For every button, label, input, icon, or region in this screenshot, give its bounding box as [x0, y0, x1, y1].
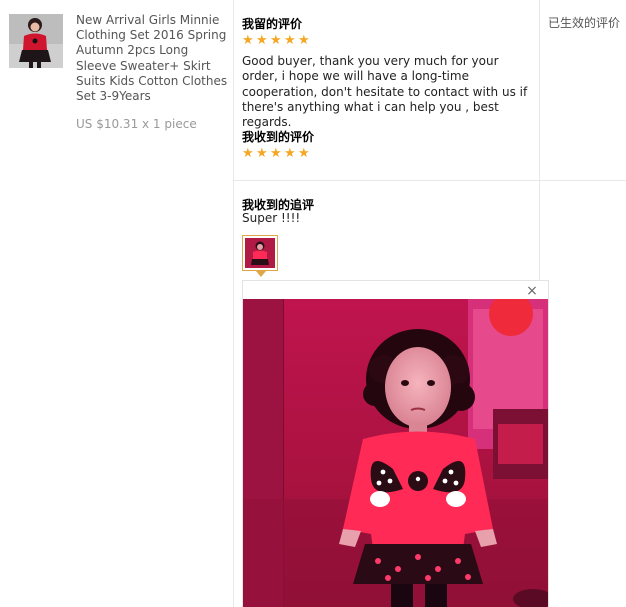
followup-photo-preview[interactable]	[243, 299, 548, 607]
star-icon: ★	[256, 146, 268, 161]
star-icon: ★	[242, 33, 254, 48]
row-divider	[233, 180, 626, 181]
followup-photo-thumbnail[interactable]	[242, 235, 278, 271]
thumbnail-pointer-caret	[256, 271, 266, 277]
product-price: US $10.31 x 1 piece	[76, 117, 197, 131]
my-feedback-rating: ★ ★ ★ ★ ★	[242, 34, 311, 47]
column-divider	[233, 0, 234, 607]
feedback-page: New Arrival Girls Minnie Clothing Set 20…	[0, 0, 626, 607]
star-icon: ★	[298, 146, 310, 161]
my-feedback-title: 我留的评价	[242, 17, 303, 31]
star-icon: ★	[284, 33, 296, 48]
star-icon: ★	[270, 33, 282, 48]
product-thumbnail[interactable]	[9, 14, 63, 68]
photo-preview-panel: ×	[242, 280, 549, 607]
feedback-status: 已生效的评价	[548, 16, 621, 30]
received-feedback-title: 我收到的评价	[242, 130, 315, 144]
star-icon: ★	[256, 33, 268, 48]
followup-text: Super !!!!	[242, 211, 301, 225]
my-feedback-text: Good buyer, thank you very much for your…	[242, 54, 528, 130]
star-icon: ★	[242, 146, 254, 161]
star-icon: ★	[298, 33, 310, 48]
product-title-link[interactable]: New Arrival Girls Minnie Clothing Set 20…	[76, 13, 228, 104]
star-icon: ★	[284, 146, 296, 161]
close-icon[interactable]: ×	[525, 284, 539, 298]
received-feedback-rating: ★ ★ ★ ★ ★	[242, 147, 311, 160]
star-icon: ★	[270, 146, 282, 161]
